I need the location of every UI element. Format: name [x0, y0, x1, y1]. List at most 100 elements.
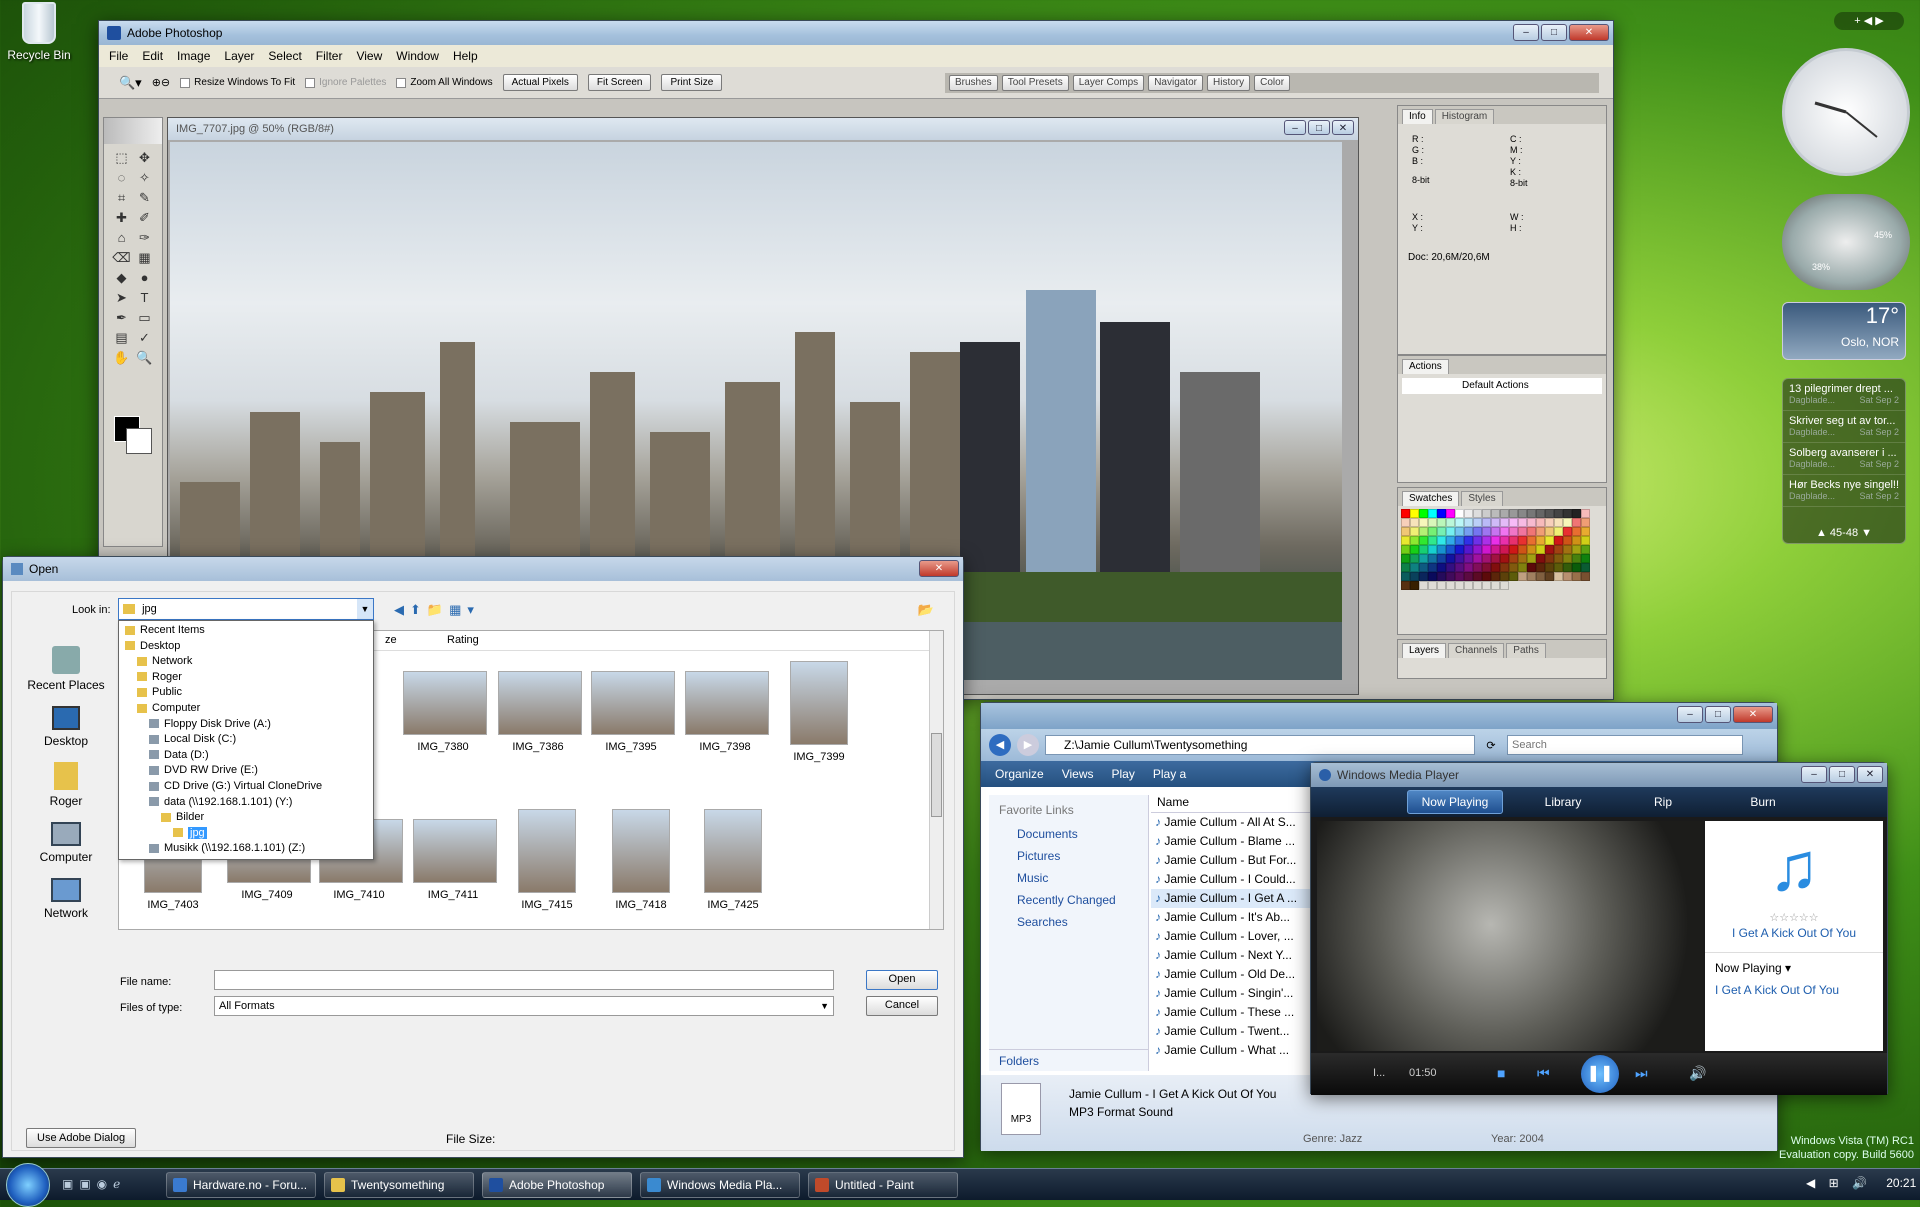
folders-toggle[interactable]: Folders: [989, 1049, 1148, 1071]
swatch[interactable]: [1401, 563, 1410, 572]
link-music[interactable]: Music: [989, 869, 1148, 891]
previous-button[interactable]: ⏮: [1537, 1065, 1550, 1082]
swatch[interactable]: [1518, 554, 1527, 563]
tab-styles[interactable]: Styles: [1461, 491, 1503, 506]
file-row[interactable]: ♪ Jamie Cullum - Blame ...: [1151, 832, 1311, 851]
swatch[interactable]: [1419, 536, 1428, 545]
dropdown-item[interactable]: Recent Items: [119, 623, 373, 639]
swatch[interactable]: [1545, 554, 1554, 563]
link-pictures[interactable]: Pictures: [989, 847, 1148, 869]
swatch[interactable]: [1572, 554, 1581, 563]
swatch[interactable]: [1455, 527, 1464, 536]
dropdown-item[interactable]: Roger: [119, 670, 373, 686]
taskbar-item[interactable]: Adobe Photoshop: [482, 1172, 632, 1198]
swatch[interactable]: [1410, 527, 1419, 536]
swatch[interactable]: [1500, 509, 1509, 518]
file-row[interactable]: ♪ Jamie Cullum - Singin'...: [1151, 984, 1311, 1003]
swatch[interactable]: [1410, 536, 1419, 545]
link-documents[interactable]: Documents: [989, 825, 1148, 847]
zoom-tool-icon[interactable]: 🔍▾: [119, 75, 142, 91]
place-recent[interactable]: Recent Places: [20, 646, 112, 692]
swatch[interactable]: [1491, 545, 1500, 554]
menu-edit[interactable]: Edit: [142, 49, 163, 63]
file-row[interactable]: ♪ Jamie Cullum - Next Y...: [1151, 946, 1311, 965]
dropdown-item[interactable]: Floppy Disk Drive (A:): [119, 717, 373, 733]
column-size[interactable]: ze: [385, 634, 397, 646]
swatch[interactable]: [1581, 554, 1590, 563]
swatch[interactable]: [1509, 518, 1518, 527]
dropdown-item[interactable]: data (\\192.168.1.101) (Y:): [119, 795, 373, 811]
explorer-maximize-button[interactable]: □: [1705, 706, 1731, 723]
look-in-combobox[interactable]: jpg ▼: [118, 598, 374, 620]
dropdown-item[interactable]: jpg: [119, 826, 373, 842]
swatch[interactable]: [1446, 581, 1455, 590]
organize-button[interactable]: Organize: [995, 767, 1044, 781]
swatch[interactable]: [1446, 509, 1455, 518]
swatch[interactable]: [1473, 527, 1482, 536]
swatch[interactable]: [1545, 518, 1554, 527]
swatch[interactable]: [1491, 527, 1500, 536]
swatch[interactable]: [1554, 509, 1563, 518]
swatch[interactable]: [1482, 527, 1491, 536]
new-folder-icon[interactable]: 📂: [918, 602, 934, 618]
thumbnail-item[interactable]: IMG_7398: [685, 661, 769, 753]
swatch[interactable]: [1500, 527, 1509, 536]
swatch[interactable]: [1401, 554, 1410, 563]
swatch[interactable]: [1545, 545, 1554, 554]
well-color[interactable]: Color: [1254, 75, 1291, 91]
swatch[interactable]: [1482, 581, 1491, 590]
swatch[interactable]: [1473, 563, 1482, 572]
swatch[interactable]: [1410, 509, 1419, 518]
news-item[interactable]: Skriver seg ut av tor... Dagblade... Sat S…: [1783, 411, 1905, 443]
ignore-palettes-checkbox[interactable]: Ignore Palettes: [305, 77, 386, 88]
swatch[interactable]: [1491, 554, 1500, 563]
start-button[interactable]: [6, 1163, 50, 1207]
swatch[interactable]: [1572, 545, 1581, 554]
thumbnail-item[interactable]: IMG_7415: [507, 809, 587, 911]
swatch[interactable]: [1536, 518, 1545, 527]
minimize-button[interactable]: –: [1513, 24, 1539, 41]
swatch[interactable]: [1563, 509, 1572, 518]
playlist-item[interactable]: I Get A Kick Out Of You: [1705, 983, 1883, 997]
swatch[interactable]: [1518, 572, 1527, 581]
dropdown-item[interactable]: Public: [119, 685, 373, 701]
swatch[interactable]: [1428, 518, 1437, 527]
file-row[interactable]: ♪ Jamie Cullum - These ...: [1151, 1003, 1311, 1022]
zoom-all-checkbox[interactable]: Zoom All Windows: [396, 77, 493, 88]
file-name-input[interactable]: [214, 970, 834, 990]
swatch[interactable]: [1428, 527, 1437, 536]
swatch[interactable]: [1572, 518, 1581, 527]
swatch[interactable]: [1527, 563, 1536, 572]
well-history[interactable]: History: [1207, 75, 1251, 91]
swatch[interactable]: [1455, 536, 1464, 545]
swatch[interactable]: [1500, 572, 1509, 581]
swatch[interactable]: [1419, 572, 1428, 581]
swatch[interactable]: [1446, 545, 1455, 554]
swatch[interactable]: [1464, 581, 1473, 590]
swatch[interactable]: [1563, 572, 1572, 581]
swatch[interactable]: [1554, 572, 1563, 581]
tab-swatches[interactable]: Swatches: [1402, 491, 1460, 506]
swatch[interactable]: [1545, 563, 1554, 572]
place-computer[interactable]: Computer: [20, 822, 112, 864]
swatch[interactable]: [1581, 572, 1590, 581]
swatch[interactable]: [1419, 554, 1428, 563]
swatch[interactable]: [1563, 536, 1572, 545]
swatch[interactable]: [1563, 527, 1572, 536]
swatch[interactable]: [1509, 509, 1518, 518]
taskbar-item[interactable]: Twentysomething: [324, 1172, 474, 1198]
swatch[interactable]: [1401, 545, 1410, 554]
swatch[interactable]: [1491, 563, 1500, 572]
swatch[interactable]: [1419, 563, 1428, 572]
swatch[interactable]: [1473, 518, 1482, 527]
swatch[interactable]: [1518, 518, 1527, 527]
swatch[interactable]: [1464, 572, 1473, 581]
swatch[interactable]: [1527, 572, 1536, 581]
swatch[interactable]: [1401, 527, 1410, 536]
file-row[interactable]: ♪ Jamie Cullum - It's Ab...: [1151, 908, 1311, 927]
place-network[interactable]: Network: [20, 878, 112, 920]
tab-info[interactable]: Info: [1402, 109, 1433, 124]
thumbnail-item[interactable]: IMG_7425: [693, 809, 773, 911]
rating-stars[interactable]: ☆☆☆☆☆: [1705, 911, 1883, 924]
swatch[interactable]: [1446, 536, 1455, 545]
